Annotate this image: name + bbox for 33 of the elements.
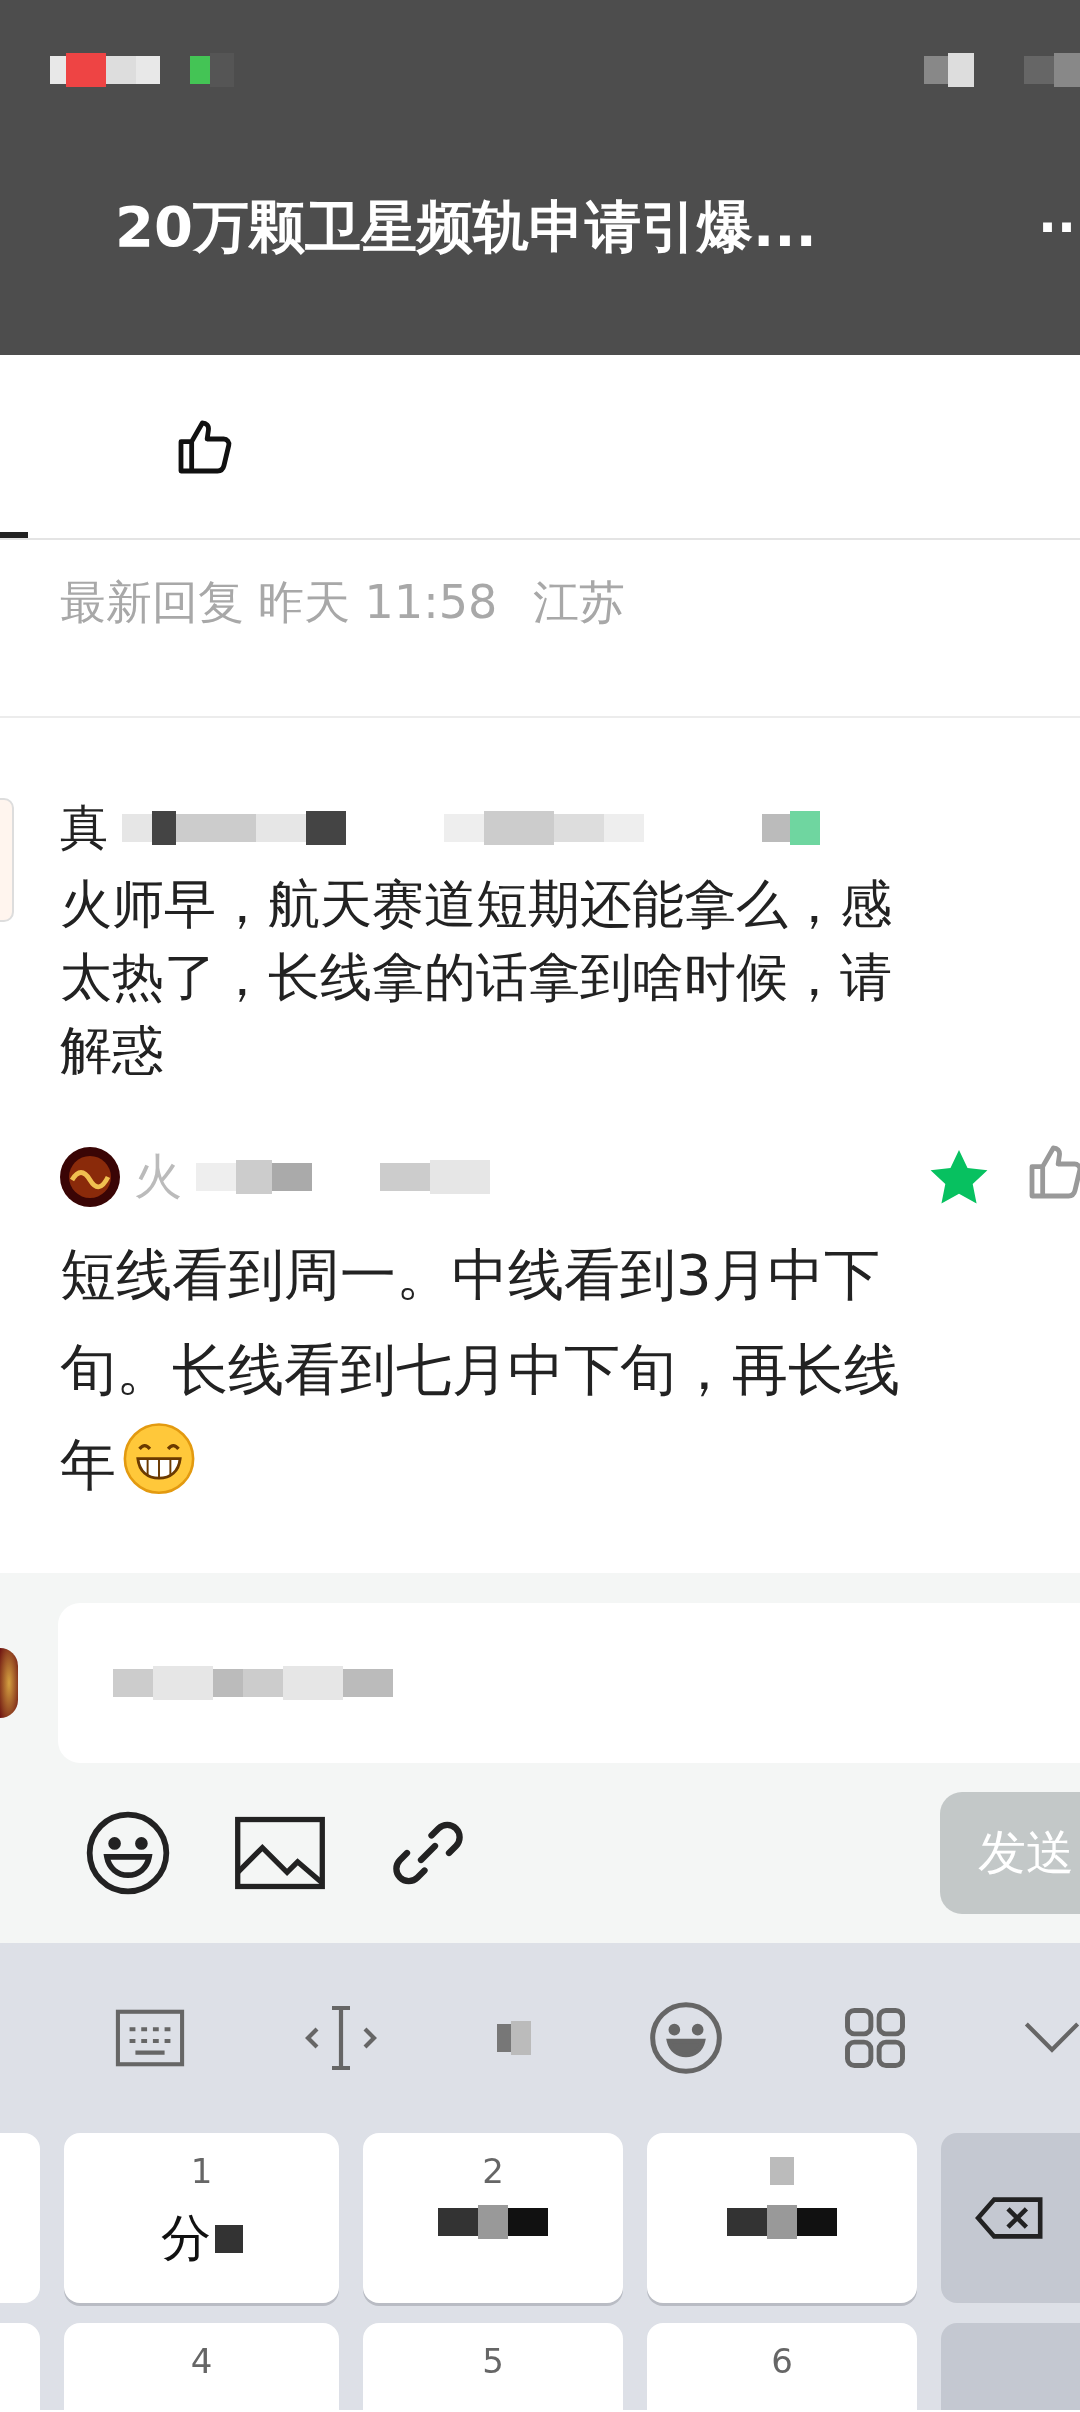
keyboard-key[interactable]: 1 分 — [64, 2133, 339, 2303]
keyboard-key[interactable]: 2 — [363, 2133, 623, 2303]
user-name: 火 — [134, 1147, 182, 1206]
comment-input-field[interactable] — [58, 1603, 1080, 1763]
comment-text: 短线看到周一。中线看到3月中下 — [60, 1242, 880, 1307]
backspace-icon — [973, 2195, 1043, 2241]
location-label: 江苏 — [533, 574, 626, 631]
comment-text: 火师早，航天赛道短期还能拿么，感 — [60, 874, 892, 934]
blurred-text — [496, 2021, 531, 2055]
blurred-text — [762, 811, 820, 845]
image-icon[interactable] — [234, 1816, 326, 1890]
avatar — [0, 1648, 18, 1718]
more-button[interactable]: ·· — [1034, 198, 1080, 257]
blurred-text — [214, 2224, 243, 2253]
user-name: 真 — [60, 798, 108, 857]
keyboard-key[interactable]: 6 — [647, 2323, 917, 2410]
blurred-text — [770, 2157, 794, 2185]
blurred-text — [924, 53, 974, 87]
blurred-text — [190, 53, 234, 87]
keyboard-key[interactable] — [647, 2133, 917, 2303]
comment-text: 年 — [60, 1432, 116, 1497]
keyboard-key[interactable]: 4 — [64, 2323, 339, 2410]
blurred-text — [1024, 53, 1080, 87]
comment-text: 旬。长线看到七月中下旬，再长线 — [60, 1337, 900, 1402]
reply-time: 昨天 11:58 — [258, 574, 498, 631]
comment-text: 太热了，长线拿的话拿到啥时候，请 — [60, 947, 892, 1007]
avatar — [60, 1147, 120, 1207]
keyboard-icon[interactable] — [115, 2008, 185, 2068]
keyboard-key[interactable]: 5 — [363, 2323, 623, 2410]
comment-text: 解惑 — [60, 1020, 164, 1080]
page-title: 20万颗卫星频轨申请引爆... — [115, 192, 817, 261]
latest-reply-label: 最新回复 — [60, 574, 244, 631]
backspace-key[interactable] — [941, 2133, 1080, 2303]
